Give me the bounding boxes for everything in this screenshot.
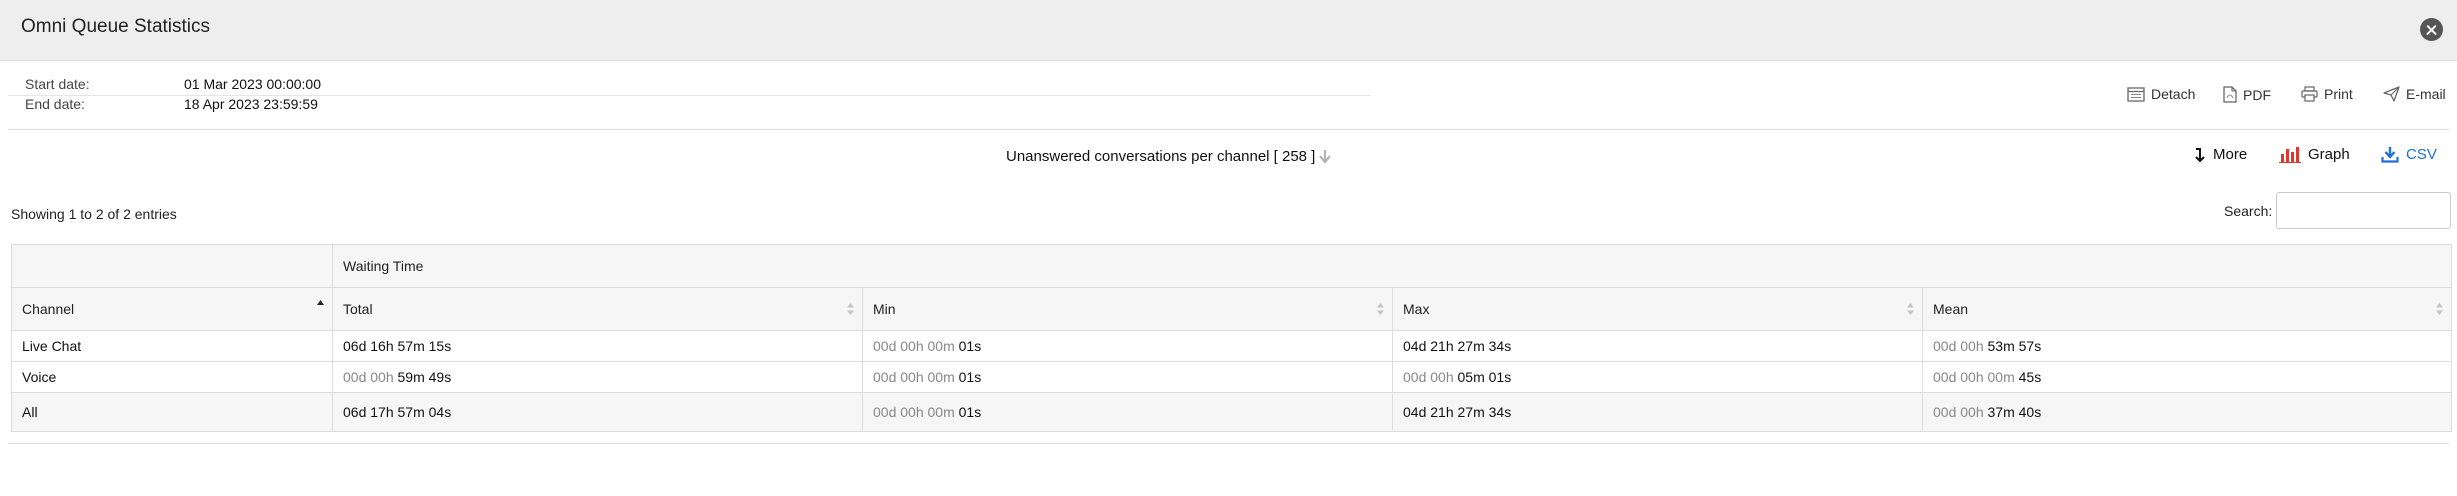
column-header-mean[interactable]: Mean — [1921, 287, 2453, 331]
print-button[interactable]: Print — [2301, 86, 2353, 102]
csv-label: CSV — [2406, 146, 2437, 163]
detach-button[interactable]: Detach — [2127, 86, 2195, 102]
cell-total-main: 06d 17h 57m 04s — [343, 404, 452, 420]
cell-total: 06d 16h 57m 15s — [332, 330, 863, 362]
more-button[interactable]: More — [2194, 146, 2247, 163]
cell-max: 04d 21h 27m 34s — [1392, 392, 1923, 432]
cell-max: 04d 21h 27m 34s — [1392, 330, 1923, 362]
pdf-button[interactable]: PDF — [2223, 86, 2271, 103]
cell-mean: 00d 00h 53m 57s — [1921, 330, 2453, 362]
cell-total-dim: 00d 00h — [343, 369, 398, 385]
cell-min-dim: 00d 00h 00m — [873, 369, 959, 385]
date-range: Start date: 01 Mar 2023 00:00:00 End dat… — [8, 62, 1371, 112]
cell-channel: All — [11, 392, 333, 432]
table-row: Live Chat 06d 16h 57m 15s 00d 00h 00m 01… — [11, 330, 2453, 362]
cell-min-main: 01s — [958, 369, 982, 385]
window-titlebar: Omni Queue Statistics — [0, 0, 2457, 61]
stats-table: Waiting Time Channel Total Min Max Mean … — [11, 244, 2453, 432]
more-label: More — [2213, 146, 2248, 163]
table-group-header: Waiting Time — [11, 244, 2453, 288]
cell-min: 00d 00h 00m 01s — [862, 330, 1393, 362]
sort-icon — [2436, 303, 2444, 315]
detach-label: Detach — [2151, 86, 2196, 102]
cell-min-main: 01s — [958, 404, 982, 420]
column-header-label: Max — [1403, 301, 1430, 317]
cell-max-dim: 00d 00h — [1403, 369, 1458, 385]
cell-mean: 00d 00h 37m 40s — [1921, 392, 2453, 432]
cell-channel: Live Chat — [11, 330, 333, 362]
column-header-channel[interactable]: Channel — [11, 287, 333, 331]
cell-total-main: 06d 16h 57m 15s — [343, 338, 452, 354]
graph-label: Graph — [2308, 146, 2350, 163]
window-title: Omni Queue Statistics — [21, 16, 211, 37]
divider — [8, 443, 2449, 444]
column-header-max[interactable]: Max — [1392, 287, 1923, 331]
cell-mean-main: 37m 40s — [1987, 404, 2042, 420]
arrow-down-icon[interactable] — [1318, 149, 1332, 164]
graph-button[interactable]: Graph — [2279, 146, 2350, 163]
column-header-total[interactable]: Total — [332, 287, 863, 331]
cell-total: 00d 00h 59m 49s — [332, 361, 863, 393]
cell-min-dim: 00d 00h 00m — [873, 404, 959, 420]
close-icon[interactable] — [2420, 18, 2443, 41]
sort-icon — [1907, 303, 1914, 315]
sort-asc-icon — [317, 300, 324, 305]
email-button[interactable]: E-mail — [2383, 86, 2446, 102]
print-label: Print — [2324, 86, 2353, 102]
cell-max: 00d 00h 05m 01s — [1392, 361, 1923, 393]
cell-mean-dim: 00d 00h — [1933, 338, 1988, 354]
search-label: Search: — [2224, 203, 2273, 219]
end-date-label: End date: — [25, 96, 85, 112]
cell-mean-main: 53m 57s — [1987, 338, 2042, 354]
cell-channel: Voice — [11, 361, 333, 393]
send-icon — [2383, 86, 2400, 102]
cell-max-main: 05m 01s — [1457, 369, 1512, 385]
report-header: Start date: 01 Mar 2023 00:00:00 End dat… — [8, 62, 2449, 130]
column-header-label: Mean — [1933, 301, 1969, 317]
table-row: Voice 00d 00h 59m 49s 00d 00h 00m 01s 00… — [11, 361, 2453, 393]
cell-total-main: 59m 49s — [397, 369, 452, 385]
print-icon — [2301, 86, 2318, 102]
cell-total: 06d 17h 57m 04s — [332, 392, 863, 432]
cell-min: 00d 00h 00m 01s — [862, 392, 1393, 432]
arrow-down-right-icon — [2195, 147, 2205, 162]
start-date-label: Start date: — [25, 76, 90, 92]
group-header-empty — [11, 244, 333, 288]
cell-min-main: 01s — [958, 338, 982, 354]
column-header-label: Total — [343, 301, 373, 317]
cell-mean-main: 45s — [2018, 369, 2042, 385]
report-title: Unanswered conversations per channel [ 2… — [1006, 148, 1316, 165]
download-icon — [2381, 147, 2399, 163]
cell-mean-dim: 00d 00h — [1933, 404, 1988, 420]
cell-mean-dim: 00d 00h 00m — [1933, 369, 2019, 385]
entries-info: Showing 1 to 2 of 2 entries — [11, 206, 177, 222]
email-label: E-mail — [2406, 86, 2446, 102]
group-header-waiting-time: Waiting Time — [331, 244, 2453, 288]
column-header-min[interactable]: Min — [862, 287, 1393, 331]
sort-icon — [1377, 303, 1384, 315]
end-date-value: 18 Apr 2023 23:59:59 — [184, 96, 318, 112]
csv-button[interactable]: CSV — [2381, 146, 2437, 163]
cell-mean: 00d 00h 00m 45s — [1921, 361, 2453, 393]
sort-icon — [847, 303, 854, 315]
table-footer-row: All 06d 17h 57m 04s 00d 00h 00m 01s 04d … — [11, 392, 2453, 432]
search-input[interactable] — [2276, 192, 2451, 229]
cell-min-dim: 00d 00h 00m — [873, 338, 959, 354]
column-header-label: Min — [873, 301, 896, 317]
detach-icon — [2127, 86, 2145, 102]
pdf-label: PDF — [2243, 86, 2271, 103]
start-date-value: 01 Mar 2023 00:00:00 — [184, 76, 321, 92]
pdf-icon — [2223, 86, 2237, 103]
column-header-label: Channel — [22, 301, 75, 317]
bar-chart-icon — [2279, 147, 2301, 163]
cell-min: 00d 00h 00m 01s — [862, 361, 1393, 393]
cell-max-main: 04d 21h 27m 34s — [1403, 404, 1512, 420]
cell-max-main: 04d 21h 27m 34s — [1403, 338, 1512, 354]
table-header: Channel Total Min Max Mean — [11, 287, 2453, 331]
